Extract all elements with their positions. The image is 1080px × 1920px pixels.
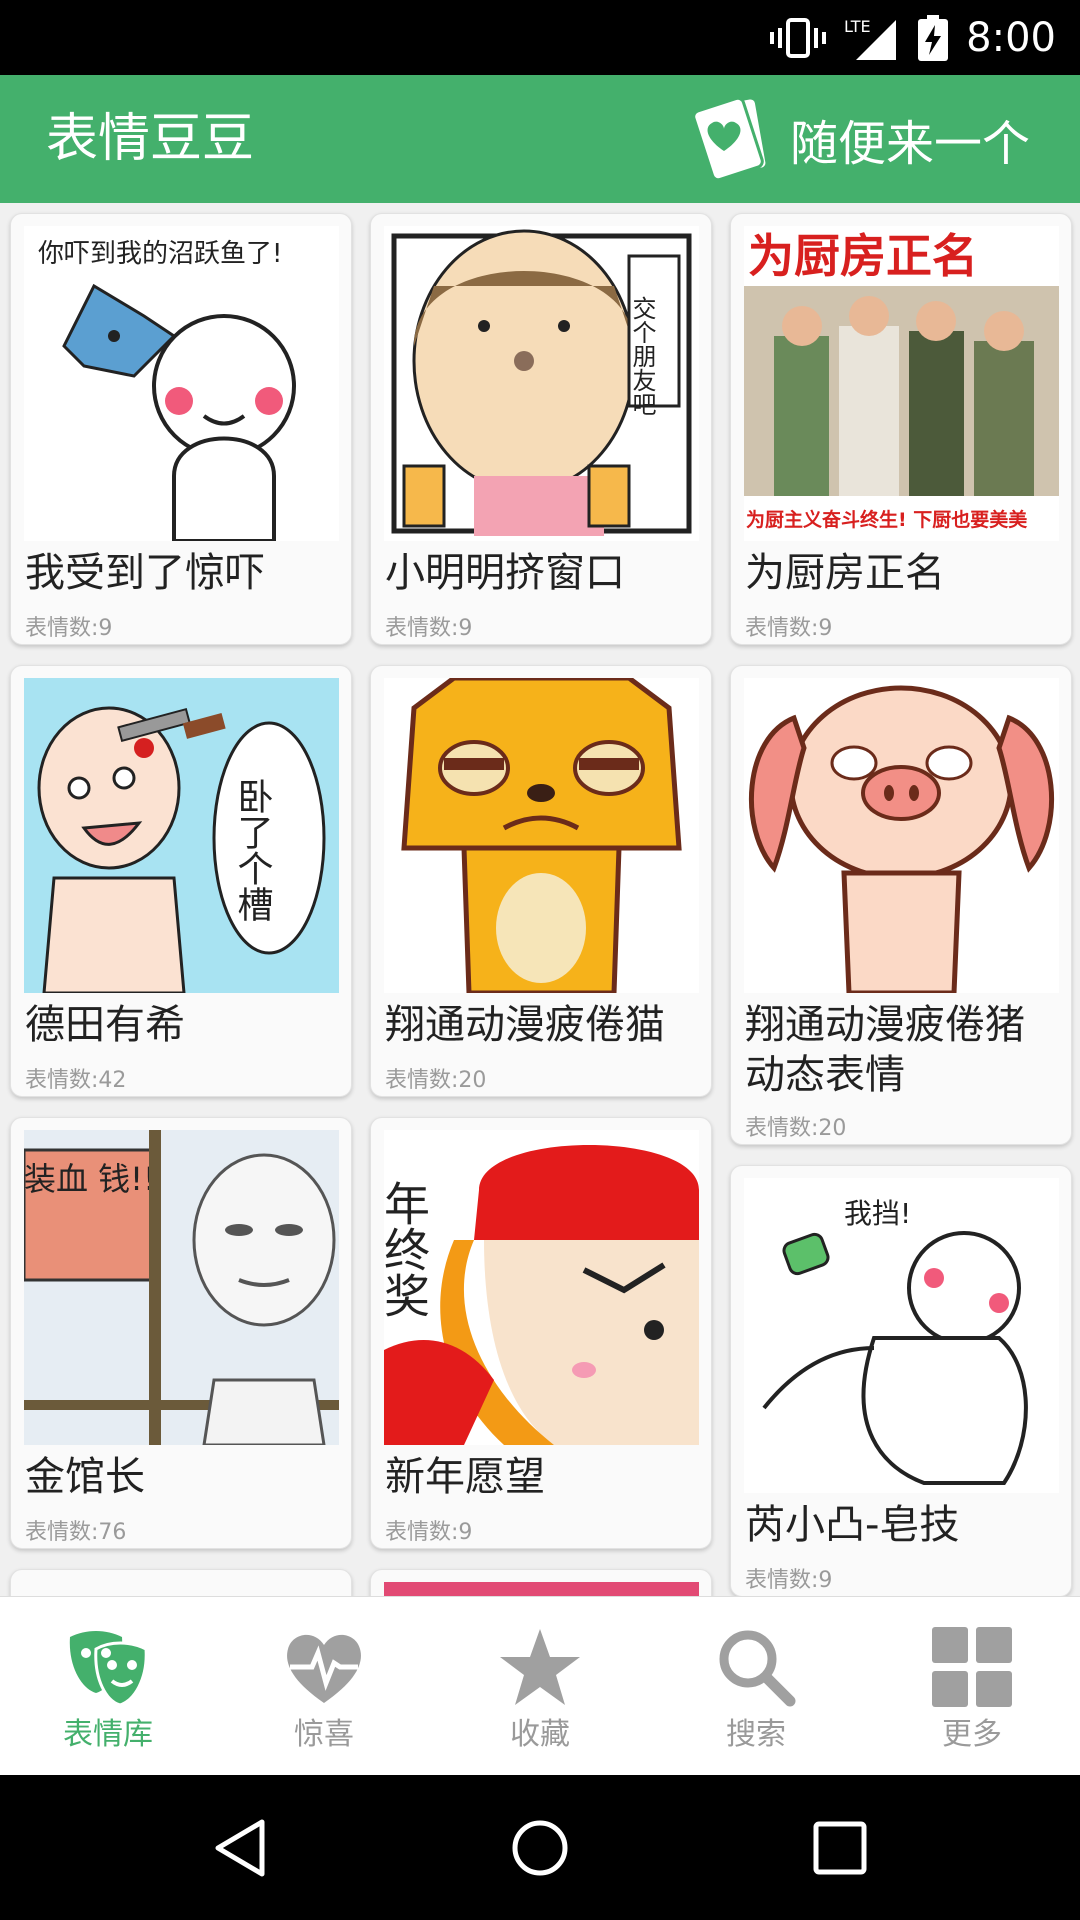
bottom-navigation: 表情库 惊喜 收藏 搜索 更多 — [0, 1596, 1080, 1776]
sticker-title: 为厨房正名 — [745, 550, 945, 596]
sticker-thumbnail: 为厨房正名 为厨主义奋斗终生! 下厨也要美美 — [744, 226, 1059, 541]
sticker-thumbnail: 我挡! — [744, 1178, 1059, 1493]
sticker-title: 德田有希 — [25, 1002, 185, 1048]
sticker-title: 新年愿望 — [385, 1454, 545, 1500]
sticker-thumbnail: 卧了个槽 — [24, 678, 339, 993]
sticker-card[interactable]: 交个朋友吧 小明明挤窗口 表情数:9 — [370, 213, 712, 645]
sticker-count: 表情数:9 — [745, 616, 833, 641]
home-button[interactable] — [480, 1775, 600, 1920]
mask-icon — [69, 1631, 148, 1707]
sticker-title: 我受到了惊吓 — [25, 550, 265, 596]
tab-label: 惊喜 — [294, 1717, 354, 1752]
sticker-card[interactable]: 年终奖 新年愿望 表情数:9 — [370, 1117, 712, 1549]
tab-surprise[interactable]: 惊喜 — [216, 1597, 432, 1776]
sticker-card[interactable]: 装血 钱!! 金馆长 表情数:76 — [10, 1117, 352, 1549]
tab-more[interactable]: 更多 — [864, 1597, 1080, 1776]
home-icon — [512, 1820, 568, 1875]
status-icons: LTE 8:00 — [770, 0, 1056, 75]
status-time: 8:00 — [966, 14, 1056, 61]
sticker-title: 小明明挤窗口 — [385, 550, 625, 596]
sticker-count: 表情数:9 — [25, 616, 113, 641]
cards-heart-icon — [692, 97, 769, 181]
sticker-thumbnail: 年终奖 — [384, 1130, 699, 1445]
random-button[interactable]: 随便来一个 — [684, 75, 1030, 203]
sticker-thumbnail — [384, 678, 699, 993]
sticker-card[interactable]: 翔通动漫疲倦猪动态表情 表情数:20 — [730, 665, 1072, 1145]
system-navigation-bar — [0, 1775, 1080, 1920]
sticker-thumbnail: 装血 钱!! — [24, 1130, 339, 1445]
app-title: 表情豆豆 — [46, 109, 255, 169]
tab-search[interactable]: 搜索 — [648, 1597, 864, 1776]
svg-text:我挡!: 我挡! — [844, 1197, 911, 1230]
sticker-card[interactable]: 翔通动漫疲倦猫 表情数:20 — [370, 665, 712, 1097]
tab-favorites[interactable]: 收藏 — [432, 1597, 648, 1776]
sticker-title: 金馆长 — [25, 1454, 145, 1500]
tab-label: 更多 — [942, 1717, 1002, 1752]
svg-text:装血 钱!!: 装血 钱!! — [24, 1160, 156, 1198]
svg-text:LTE: LTE — [844, 17, 871, 36]
status-bar: LTE 8:00 — [0, 0, 1080, 75]
svg-text:你吓到我的沼跃鱼了!: 你吓到我的沼跃鱼了! — [38, 239, 282, 269]
recents-icon — [813, 1821, 867, 1874]
tab-label: 收藏 — [510, 1717, 570, 1752]
svg-text:年终奖: 年终奖 — [384, 1180, 431, 1318]
sticker-card[interactable]: 为厨房正名 为厨主义奋斗终生! 下厨也要美美 为厨房正名 表情数:9 — [730, 213, 1072, 645]
sticker-count: 表情数:9 — [385, 616, 473, 641]
sticker-title: 翔通动漫疲倦猪动态表情 — [745, 1002, 1025, 1098]
app-bar: 表情豆豆 随便来一个 — [0, 75, 1080, 203]
sticker-card[interactable]: 你吓到我的沼跃鱼了! 我受到了惊吓 表情数:9 — [10, 213, 352, 645]
sticker-card[interactable]: 我挡! 芮小凸-皂技 表情数:9 — [730, 1165, 1072, 1596]
battery-charging-icon — [918, 14, 949, 61]
sticker-card[interactable]: 卧了个槽 德田有希 表情数:42 — [10, 665, 352, 1097]
sticker-count: 表情数:42 — [25, 1068, 127, 1093]
back-button[interactable] — [180, 1775, 300, 1920]
svg-text:为厨房正名: 为厨房正名 — [748, 229, 978, 283]
svg-text:为厨主义奋斗终生! 下厨也要美美: 为厨主义奋斗终生! 下厨也要美美 — [746, 508, 1028, 531]
recents-button[interactable] — [780, 1775, 900, 1920]
sticker-title: 芮小凸-皂技 — [745, 1502, 960, 1548]
sticker-thumbnail: 交个朋友吧 — [384, 226, 699, 541]
sticker-card[interactable] — [10, 1569, 352, 1596]
sticker-thumbnail: 你吓到我的沼跃鱼了! — [24, 226, 339, 541]
star-icon — [500, 1629, 580, 1705]
sticker-title: 翔通动漫疲倦猫 — [385, 1002, 665, 1048]
tab-label: 表情库 — [63, 1717, 153, 1752]
sticker-thumbnail — [384, 1582, 699, 1596]
tab-label: 搜索 — [726, 1717, 786, 1752]
search-icon — [719, 1630, 796, 1707]
sticker-count: 表情数:20 — [745, 1116, 847, 1141]
tab-sticker-library[interactable]: 表情库 — [0, 1597, 216, 1776]
sticker-count: 表情数:76 — [25, 1520, 127, 1545]
sticker-count: 表情数:9 — [385, 1520, 473, 1545]
heart-pulse-icon — [287, 1634, 361, 1703]
sticker-count: 表情数:20 — [385, 1068, 487, 1093]
sticker-grid[interactable]: 你吓到我的沼跃鱼了! 我受到了惊吓 表情数:9 交个朋友吧 小明明挤窗口 表情数… — [0, 203, 1080, 1596]
grid-icon — [932, 1627, 1012, 1707]
lte-signal-icon: LTE — [844, 17, 897, 60]
sticker-card[interactable] — [370, 1569, 712, 1596]
svg-text:卧了个槽: 卧了个槽 — [232, 778, 273, 922]
svg-text:交个朋友吧: 交个朋友吧 — [628, 296, 656, 416]
random-button-label: 随便来一个 — [789, 116, 1030, 172]
sticker-count: 表情数:9 — [745, 1568, 833, 1593]
vibrate-icon — [770, 17, 827, 58]
back-icon — [215, 1819, 265, 1876]
sticker-thumbnail — [744, 678, 1059, 993]
